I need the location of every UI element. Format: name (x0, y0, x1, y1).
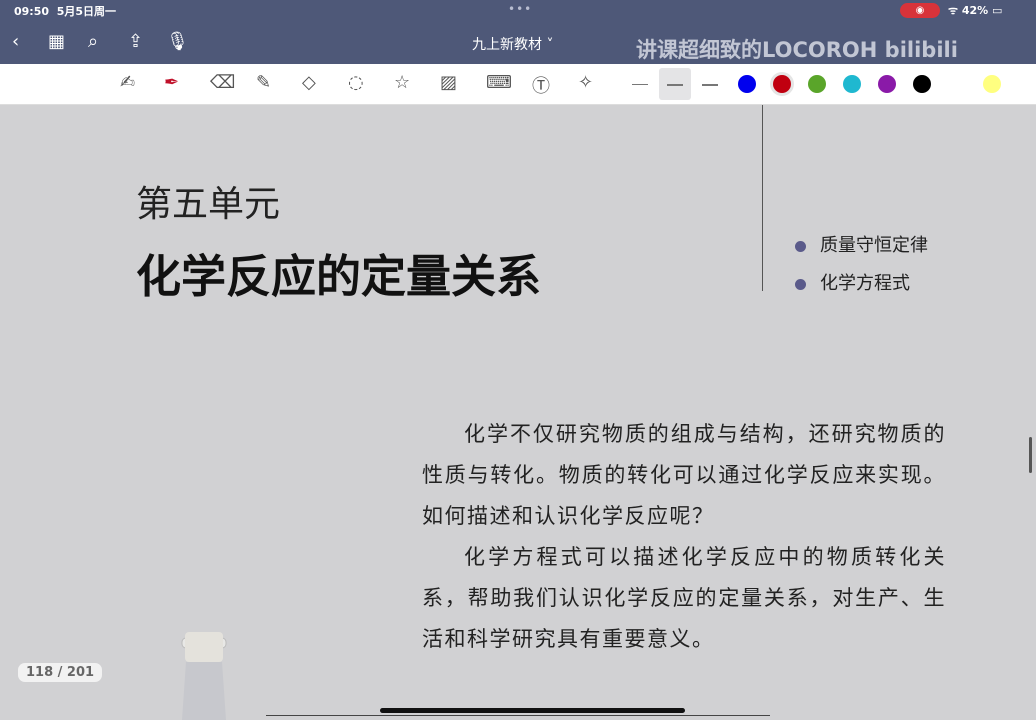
flask-image (181, 632, 227, 720)
share-icon[interactable]: ⇪ (128, 31, 143, 52)
top-bar: 09:50 5月5日周一 ••• ◉ ᯤ 42% ▭ ‹ ▦ ⌕ ⇪ 🎙 九上新… (0, 0, 1036, 64)
divider (762, 105, 763, 291)
recording-indicator[interactable]: ◉ (900, 3, 940, 18)
color-swatch[interactable] (773, 75, 791, 93)
paragraph: 化学方程式可以描述化学反应中的物质转化关系，帮助我们认识化学反应的定量关系，对生… (422, 545, 946, 651)
width-medium[interactable] (667, 84, 683, 86)
grid-icon[interactable]: ▦ (48, 31, 65, 52)
width-thin[interactable] (632, 84, 648, 85)
color-swatch[interactable] (878, 75, 896, 93)
microphone-icon[interactable]: 🎙 (166, 31, 189, 52)
topic-item: 质量守恒定律 (795, 231, 928, 257)
shapes-icon[interactable]: ◇ (302, 72, 316, 93)
status-time: 09:50 5月5日周一 (14, 5, 116, 18)
drawing-toolbar: ✍ ✒ ⌫ ✎ ◇ ◌ ☆ ▨ ⌨ Ⓣ ✧ (0, 64, 1036, 105)
watermark: 讲课超细致的LOCOROH bilibili (636, 38, 958, 62)
highlighter-icon[interactable]: ✎ (256, 72, 271, 93)
zoom-write-icon[interactable]: ✍ (120, 72, 135, 93)
pen-icon[interactable]: ✒ (164, 72, 179, 93)
multitask-dots[interactable]: ••• (508, 2, 532, 16)
color-swatch[interactable] (948, 75, 966, 93)
image-icon[interactable]: ▨ (440, 72, 457, 93)
color-swatch[interactable] (843, 75, 861, 93)
lasso-icon[interactable]: ◌ (348, 72, 364, 93)
color-swatch[interactable] (808, 75, 826, 93)
page-indicator[interactable]: 118 / 201 (18, 663, 103, 682)
topic-item: 化学方程式 (795, 269, 910, 295)
text-icon[interactable]: Ⓣ (532, 72, 550, 98)
home-indicator[interactable] (380, 708, 685, 713)
paragraph: 化学不仅研究物质的组成与结构，还研究物质的性质与转化。物质的转化可以通过化学反应… (422, 422, 946, 528)
sticker-icon[interactable]: ☆ (394, 72, 410, 93)
color-swatch[interactable] (913, 75, 931, 93)
color-swatch[interactable] (738, 75, 756, 93)
page-edge (266, 715, 770, 716)
battery-status: ᯤ 42% ▭ (948, 4, 1003, 17)
unit-label: 第五单元 (136, 184, 281, 225)
intro-text: 化学不仅研究物质的组成与结构，还研究物质的性质与转化。物质的转化可以通过化学反应… (422, 414, 946, 660)
width-thick[interactable] (702, 84, 718, 86)
unit-title: 化学反应的定量关系 (136, 250, 542, 303)
scrollbar[interactable] (1029, 437, 1032, 473)
back-icon[interactable]: ‹ (12, 31, 19, 52)
eraser-icon[interactable]: ⌫ (210, 72, 235, 93)
document-title[interactable]: 九上新教材 ˅ (472, 34, 553, 54)
color-swatch[interactable] (983, 75, 1001, 93)
search-icon[interactable]: ⌕ (88, 31, 98, 52)
laser-icon[interactable]: ✧ (578, 72, 593, 93)
keyboard-icon[interactable]: ⌨ (486, 72, 512, 93)
